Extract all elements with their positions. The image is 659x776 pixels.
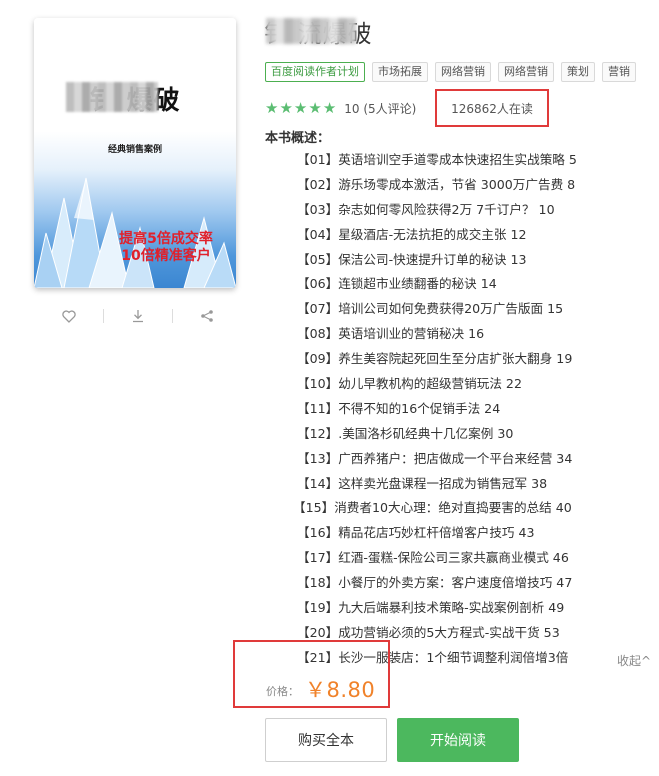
buy-full-button[interactable]: 购买全本 xyxy=(265,718,387,762)
readers-count: 126862人在读 xyxy=(435,89,549,127)
tag[interactable]: 网络营销 xyxy=(435,62,491,82)
toc-item[interactable]: 【17】红酒-蛋糕-保险公司三家共赢商业模式 46 xyxy=(297,549,659,574)
cover-title-redaction xyxy=(66,82,158,112)
collapse-toggle[interactable]: 收起^ xyxy=(617,652,651,669)
star-icon: ★ xyxy=(308,99,322,117)
toc-item[interactable]: 【01】英语培训空手道零成本快速招生实战策略 5 xyxy=(297,151,659,176)
toc-item[interactable]: 【11】不得不知的16个促销手法 24 xyxy=(297,400,659,425)
toc-item[interactable]: 【19】九大后端暴利技术策略-实战案例剖析 49 xyxy=(297,599,659,624)
download-icon[interactable] xyxy=(127,306,149,326)
toc-item[interactable]: 【14】这样卖光盘课程一招成为销售冠军 38 xyxy=(297,475,659,500)
cover-actions xyxy=(58,306,218,326)
toc-item[interactable]: 【04】星级酒店-无法抗拒的成交主张 12 xyxy=(297,226,659,251)
toc-item[interactable]: 【08】英语培训业的营销秘决 16 xyxy=(297,325,659,350)
star-icon: ★ xyxy=(279,99,293,117)
tag[interactable]: 营销 xyxy=(602,62,636,82)
tag[interactable]: 策划 xyxy=(561,62,595,82)
toc-item[interactable]: 【07】培训公司如何免费获得20万广告版面 15 xyxy=(297,300,659,325)
star-icon: ★ xyxy=(322,99,337,117)
toc-item[interactable]: 【06】连锁超市业绩翻番的秘诀 14 xyxy=(297,275,659,300)
star-rating: ★ ★ ★ ★ ★ xyxy=(265,101,336,116)
tag[interactable]: 市场拓展 xyxy=(372,62,428,82)
cover-slogan-line1: 提高5倍成交率 xyxy=(119,231,213,247)
tag-author-program[interactable]: 百度阅读作者计划 xyxy=(265,62,365,82)
toc-item[interactable]: 【16】精品花店巧妙杠杆倍增客户技巧 43 xyxy=(297,524,659,549)
divider xyxy=(103,309,104,323)
share-icon[interactable] xyxy=(196,306,218,326)
tag-list: 百度阅读作者计划 市场拓展 网络营销 网络营销 策划 营销 xyxy=(265,62,636,82)
overview-label: 本书概述： xyxy=(265,131,331,146)
cover-subtitle: 经典销售案例 xyxy=(107,145,162,155)
toc-item[interactable]: 【02】游乐场零成本激活，节省 3000万广告费 8 xyxy=(297,176,659,201)
heart-icon[interactable] xyxy=(58,306,80,326)
divider xyxy=(172,309,173,323)
star-icon: ★ xyxy=(265,99,279,117)
table-of-contents: 【01】英语培训空手道零成本快速招生实战策略 5 【02】游乐场零成本激活，节省… xyxy=(293,151,659,674)
star-icon: ★ xyxy=(293,99,308,117)
readers-count-text: 126862人在读 xyxy=(451,101,533,116)
title-redaction xyxy=(266,18,356,44)
toc-item[interactable]: 【12】.美国洛杉矶经典十几亿案例 30 xyxy=(297,425,659,450)
toc-item[interactable]: 【09】养生美容院起死回生至分店扩张大翻身 19 xyxy=(297,350,659,375)
book-cover[interactable]: 钅 爆破 经典销售案例 提高5倍成交率 10倍精准客户 xyxy=(34,18,236,288)
rating-row: ★ ★ ★ ★ ★ 10 (5人评论) xyxy=(265,100,416,117)
toc-item[interactable]: 【13】广西养猪户：把店做成一个平台来经营 34 xyxy=(297,450,659,475)
cover-slogan-line2: 10倍精准客户 xyxy=(121,248,211,264)
toc-item[interactable]: 【03】杂志如何零风险获得2万 7千订户？ 10 xyxy=(297,201,659,226)
rating-count[interactable]: 10 (5人评论) xyxy=(344,100,416,117)
price-value: ￥8.80 xyxy=(305,678,376,702)
start-reading-button[interactable]: 开始阅读 xyxy=(397,718,519,762)
toc-item[interactable]: 【05】保洁公司-快速提升订单的秘诀 13 xyxy=(297,251,659,276)
price-label: 价格： xyxy=(266,685,299,698)
cover-slogan: 提高5倍成交率 10倍精准客户 xyxy=(96,231,236,265)
toc-item[interactable]: 【15】消费者10大心理：绝对直捣要害的总结 40 xyxy=(293,499,659,524)
tag[interactable]: 网络营销 xyxy=(498,62,554,82)
toc-item[interactable]: 【10】幼儿早教机构的超级营销玩法 22 xyxy=(297,375,659,400)
toc-item[interactable]: 【18】小餐厅的外卖方案：客户速度倍增技巧 47 xyxy=(297,574,659,599)
crystal-graphic xyxy=(34,177,236,288)
